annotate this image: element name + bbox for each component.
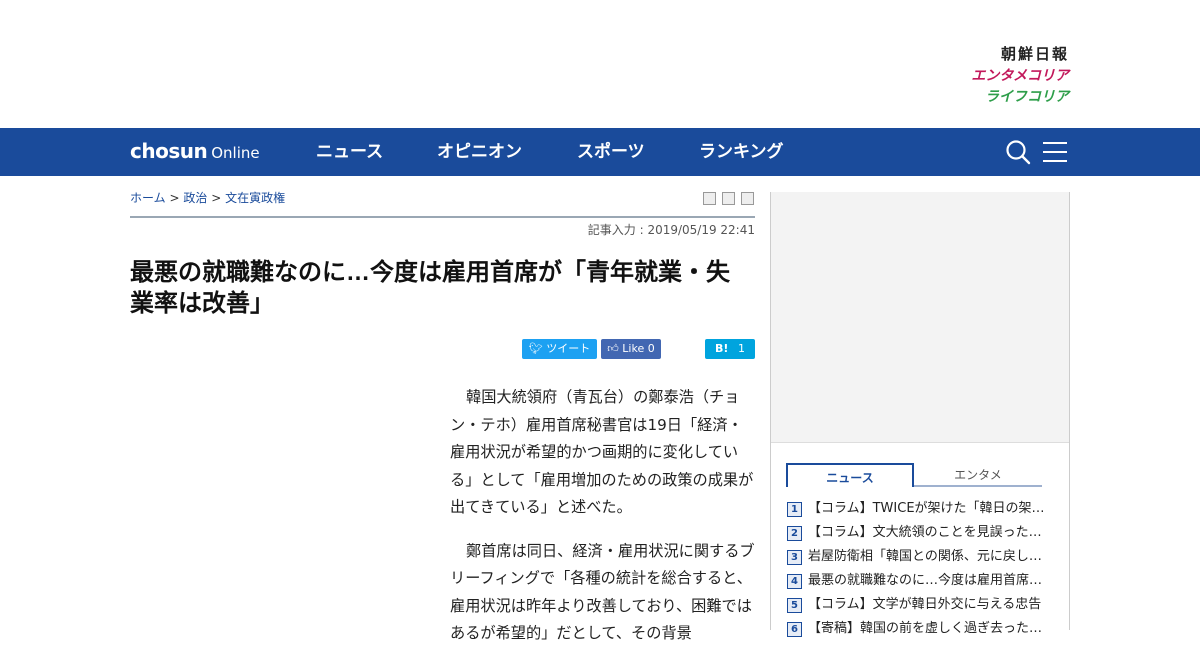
article-body: 韓国大統領府（青瓦台）の鄭泰浩（チョン・テホ）雇用首席秘書官は19日「経済・雇用… (450, 384, 755, 664)
breadcrumb-home[interactable]: ホーム (130, 191, 166, 205)
print-icon[interactable] (703, 192, 716, 205)
article-paragraph: 韓国大統領府（青瓦台）の鄭泰浩（チョン・テホ）雇用首席秘書官は19日「経済・雇用… (450, 388, 754, 516)
logo-chosun: chosun (130, 139, 208, 163)
ranking-item[interactable]: 1 【コラム】TWICEが架けた「韓日の架… (787, 497, 1057, 521)
sidebar: ニュース エンタメ 1 【コラム】TWICEが架けた「韓日の架… 2 【コラム】文大… (770, 192, 1070, 637)
chosun-ilbo-link[interactable]: 朝鮮日報 (971, 44, 1069, 64)
rank-number: 2 (787, 525, 802, 541)
search-icon[interactable] (1005, 139, 1031, 165)
article-paragraph: 鄭首席は同日、経済・雇用状況に関するブリーフィングで「各種の統計を総合すると、雇… (450, 541, 755, 643)
tab-news[interactable]: ニュース (786, 463, 914, 487)
nav-ranking[interactable]: ランキング (699, 140, 784, 164)
article-date: 記事入力 : 2019/05/19 22:41 (587, 223, 755, 237)
breadcrumb-moon-admin[interactable]: 文在寅政権 (225, 191, 285, 205)
site-logo[interactable]: chosun Online (130, 139, 260, 165)
brand-links: 朝鮮日報 エンタメコリア ライフコリア (971, 44, 1069, 107)
ranking-tabs: ニュース エンタメ (786, 463, 1042, 487)
thumbs-up-icon: 👍︎ (607, 342, 619, 355)
like-count: 0 (647, 342, 655, 355)
ranking-item[interactable]: 3 岩屋防衛相「韓国との関係、元に戻し… (787, 545, 1057, 569)
menu-icon[interactable] (1043, 141, 1067, 163)
breadcrumb-sep: > (211, 191, 222, 205)
ranking-title: 【コラム】TWICEが架けた「韓日の架… (808, 501, 1045, 516)
rank-number: 4 (787, 573, 802, 589)
ranking-item[interactable]: 4 最悪の就職難なのに…今度は雇用首席… (787, 569, 1057, 593)
nav-news[interactable]: ニュース (316, 140, 383, 164)
like-label: Like (622, 342, 645, 355)
tweet-button[interactable]: 🐦︎ ツイート (522, 339, 597, 359)
rank-number: 5 (787, 597, 802, 613)
top-header: 朝鮮日報 エンタメコリア ライフコリア (0, 0, 1200, 128)
ranking-item[interactable]: 6 【寄稿】韓国の前を虚しく過ぎ去った… (787, 617, 1057, 641)
tweet-label: ツイート (546, 342, 591, 355)
article-tools (703, 192, 757, 208)
ranking-item[interactable]: 5 【コラム】文学が韓日外交に与える忠告 (787, 593, 1057, 617)
ad-slot (771, 192, 1069, 443)
ranking-title: 最悪の就職難なのに…今度は雇用首席… (808, 573, 1043, 588)
nav-opinion[interactable]: オピニオン (437, 140, 522, 164)
breadcrumb-politics[interactable]: 政治 (183, 191, 207, 205)
hatena-count: 1 (737, 342, 745, 355)
divider (130, 216, 755, 218)
ranking-title: 岩屋防衛相「韓国との関係、元に戻し… (808, 549, 1042, 564)
logo-online: Online (211, 144, 260, 162)
facebook-like-button[interactable]: 👍︎ Like 0 (601, 339, 661, 359)
rank-number: 6 (787, 621, 802, 637)
ranking-title: 【コラム】文大統領のことを見誤った… (808, 525, 1042, 540)
ranking-title: 【コラム】文学が韓日外交に与える忠告 (808, 597, 1042, 612)
nav-sports[interactable]: スポーツ (577, 140, 645, 164)
ranking-title: 【寄稿】韓国の前を虚しく過ぎ去った… (808, 621, 1043, 636)
rank-number: 3 (787, 549, 802, 565)
text-size-icon[interactable] (722, 192, 735, 205)
tab-entame[interactable]: エンタメ (914, 463, 1042, 487)
ranking-item[interactable]: 2 【コラム】文大統領のことを見誤った… (787, 521, 1057, 545)
twitter-icon: 🐦︎ (528, 342, 543, 355)
entame-korea-link[interactable]: エンタメコリア (971, 66, 1069, 86)
breadcrumb: ホーム > 政治 > 文在寅政権 (130, 189, 285, 207)
breadcrumb-sep: > (169, 191, 180, 205)
back-icon[interactable] (741, 192, 754, 205)
hatena-icon: B! (715, 342, 729, 355)
hatena-bookmark-button[interactable]: B! 1 (705, 339, 755, 359)
article-headline: 最悪の就職難なのに…今度は雇用首席が「青年就業・失業率は改善」 (130, 259, 730, 317)
rank-number: 1 (787, 501, 802, 517)
life-korea-link[interactable]: ライフコリア (971, 87, 1069, 107)
ranking-list: 1 【コラム】TWICEが架けた「韓日の架… 2 【コラム】文大統領のことを見誤った… (787, 497, 1057, 641)
